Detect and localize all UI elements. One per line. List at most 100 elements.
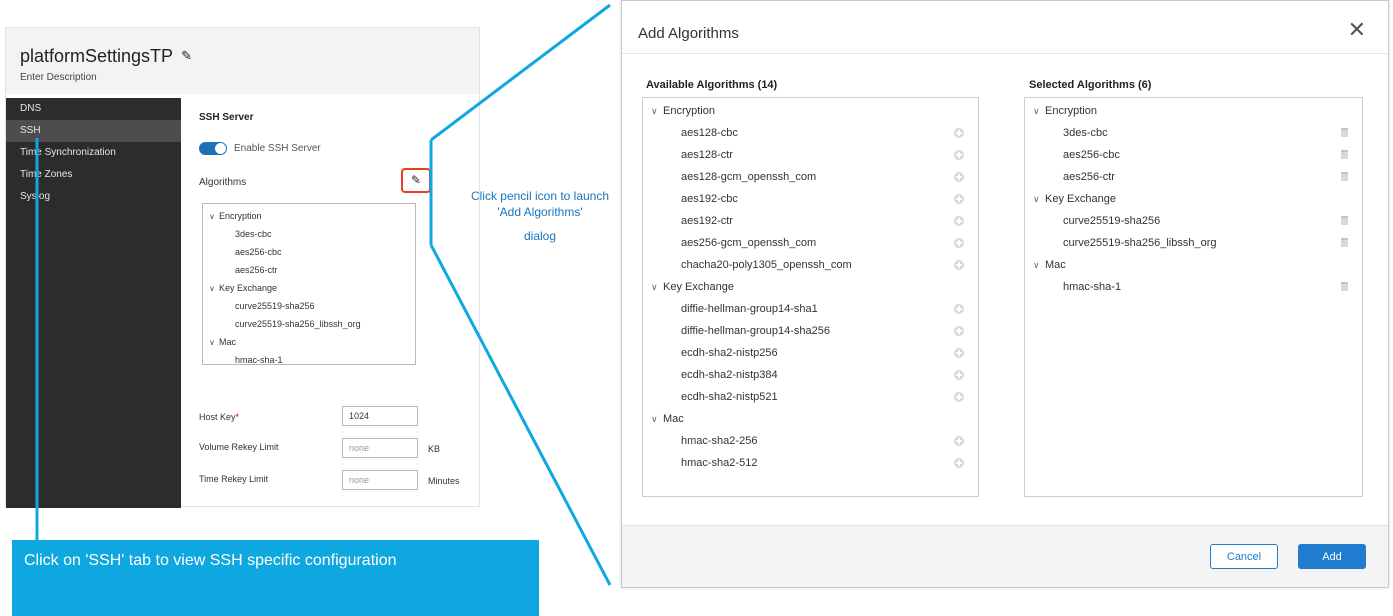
tree-item: curve25519-sha256 — [235, 301, 315, 311]
list-group-key-exchange[interactable]: ∨ Key Exchange — [643, 276, 978, 298]
cancel-button[interactable]: Cancel — [1210, 544, 1278, 569]
settings-sidebar: DNS SSH Time Synchronization Time Zones … — [6, 98, 181, 508]
list-item[interactable]: ecdh-sha2-nistp521 — [643, 386, 978, 408]
list-group-label: Key Exchange — [1045, 193, 1116, 205]
volume-unit: KB — [428, 444, 441, 454]
time-rekey-limit-label: Time Rekey Limit — [199, 474, 269, 484]
list-item[interactable]: curve25519-sha256 — [1025, 210, 1362, 232]
add-circle-icon[interactable] — [954, 216, 964, 226]
trash-icon[interactable] — [1341, 238, 1348, 247]
list-group-key-exchange[interactable]: ∨ Key Exchange — [1025, 188, 1362, 210]
chevron-down-icon: ∨ — [1033, 106, 1040, 116]
dialog-divider — [622, 53, 1388, 54]
chevron-down-icon: ∨ — [651, 414, 658, 424]
sidebar-item-ssh[interactable]: SSH — [6, 120, 181, 142]
add-circle-icon[interactable] — [954, 238, 964, 248]
tree-group-label: Encryption — [219, 211, 262, 221]
list-item[interactable]: aes128-gcm_openssh_com — [643, 166, 978, 188]
algorithm-name: aes256-ctr — [1063, 171, 1115, 183]
algorithm-name: hmac-sha-1 — [1063, 281, 1122, 293]
trash-icon[interactable] — [1341, 150, 1348, 159]
tree-group-label: Mac — [219, 337, 237, 347]
list-item[interactable]: aes256-gcm_openssh_com — [643, 232, 978, 254]
list-item[interactable]: curve25519-sha256_libssh_org — [1025, 232, 1362, 254]
tree-item: aes256-ctr — [235, 265, 278, 275]
list-item[interactable]: aes192-cbc — [643, 188, 978, 210]
sidebar-item-time-zones[interactable]: Time Zones — [6, 164, 181, 186]
chevron-down-icon: ∨ — [1033, 194, 1040, 204]
algorithm-name: ecdh-sha2-nistp384 — [681, 369, 778, 381]
algorithm-name: curve25519-sha256 — [1063, 215, 1161, 227]
list-item[interactable]: hmac-sha-1 — [1025, 276, 1362, 298]
list-group-mac[interactable]: ∨ Mac — [643, 408, 978, 430]
add-circle-icon[interactable] — [954, 392, 964, 402]
tree-group-mac[interactable]: ∨ Mac — [203, 333, 415, 351]
list-item[interactable]: ecdh-sha2-nistp384 — [643, 364, 978, 386]
add-circle-icon[interactable] — [954, 326, 964, 336]
time-rekey-limit-input[interactable]: none — [342, 470, 418, 490]
chevron-down-icon: ∨ — [209, 338, 215, 347]
add-circle-icon[interactable] — [954, 260, 964, 270]
ssh-tab-callout: Click on 'SSH' tab to view SSH specific … — [12, 540, 539, 616]
list-item[interactable]: hmac-sha2-512 — [643, 452, 978, 474]
list-item[interactable]: aes192-ctr — [643, 210, 978, 232]
ssh-server-heading: SSH Server — [199, 112, 254, 123]
volume-rekey-limit-label: Volume Rekey Limit — [199, 442, 279, 452]
add-circle-icon[interactable] — [954, 194, 964, 204]
chevron-down-icon: ∨ — [651, 106, 658, 116]
list-group-label: Key Exchange — [663, 281, 734, 293]
add-circle-icon[interactable] — [954, 436, 964, 446]
trash-icon[interactable] — [1341, 128, 1348, 137]
list-item[interactable]: hmac-sha2-256 — [643, 430, 978, 452]
add-algorithms-dialog: Add Algorithms ✕ Available Algorithms (1… — [621, 0, 1389, 588]
algorithm-name: ecdh-sha2-nistp256 — [681, 347, 778, 359]
algorithm-name: aes256-cbc — [1063, 149, 1120, 161]
tree-group-key-exchange[interactable]: ∨ Key Exchange — [203, 279, 415, 297]
list-group-encryption[interactable]: ∨ Encryption — [1025, 100, 1362, 122]
chevron-down-icon: ∨ — [209, 284, 215, 293]
algorithm-name: diffie-hellman-group14-sha256 — [681, 325, 831, 337]
tree-group-encryption[interactable]: ∨ Encryption — [203, 207, 415, 225]
trash-icon[interactable] — [1341, 282, 1348, 291]
host-key-input[interactable]: 1024 — [342, 406, 418, 426]
list-group-encryption[interactable]: ∨ Encryption — [643, 100, 978, 122]
list-item[interactable]: aes128-cbc — [643, 122, 978, 144]
add-circle-icon[interactable] — [954, 150, 964, 160]
list-group-label: Encryption — [1045, 105, 1097, 117]
add-circle-icon[interactable] — [954, 458, 964, 468]
close-icon[interactable]: ✕ — [1348, 19, 1366, 41]
page-title-text: platformSettingsTP — [20, 46, 174, 66]
list-item[interactable]: chacha20-poly1305_openssh_com — [643, 254, 978, 276]
trash-icon[interactable] — [1341, 172, 1348, 181]
sidebar-item-dns[interactable]: DNS — [6, 98, 181, 120]
available-algorithms-list: ∨ Encryption aes128-cbc aes128-ctr aes128-gc… — [642, 97, 979, 497]
trash-icon[interactable] — [1341, 216, 1348, 225]
sidebar-item-time-synchronization[interactable]: Time Synchronization — [6, 142, 181, 164]
list-item[interactable]: diffie-hellman-group14-sha1 — [643, 298, 978, 320]
add-button[interactable]: Add — [1298, 544, 1366, 569]
chevron-down-icon: ∨ — [1033, 260, 1040, 270]
add-circle-icon[interactable] — [954, 370, 964, 380]
add-circle-icon[interactable] — [954, 348, 964, 358]
list-item[interactable]: diffie-hellman-group14-sha256 — [643, 320, 978, 342]
sidebar-item-syslog[interactable]: Syslog — [6, 186, 181, 208]
add-circle-icon[interactable] — [954, 128, 964, 138]
dialog-footer: Cancel Add — [622, 525, 1388, 587]
add-circle-icon[interactable] — [954, 172, 964, 182]
volume-rekey-limit-input[interactable]: none — [342, 438, 418, 458]
time-unit: Minutes — [428, 476, 460, 486]
list-item[interactable]: aes256-cbc — [1025, 144, 1362, 166]
list-item[interactable]: aes256-ctr — [1025, 166, 1362, 188]
edit-algorithms-pencil-icon[interactable]: ✎ — [401, 168, 431, 193]
enable-ssh-toggle[interactable] — [199, 142, 227, 155]
settings-header: platformSettingsTP ✎ Enter Description — [6, 28, 479, 94]
page-description[interactable]: Enter Description — [20, 72, 97, 83]
edit-title-pencil-icon[interactable]: ✎ — [181, 48, 192, 64]
list-item[interactable]: ecdh-sha2-nistp256 — [643, 342, 978, 364]
list-group-label: Mac — [1045, 259, 1066, 271]
add-circle-icon[interactable] — [954, 304, 964, 314]
list-item[interactable]: 3des-cbc — [1025, 122, 1362, 144]
list-group-mac[interactable]: ∨ Mac — [1025, 254, 1362, 276]
list-item[interactable]: aes128-ctr — [643, 144, 978, 166]
enable-ssh-label: Enable SSH Server — [234, 143, 321, 154]
